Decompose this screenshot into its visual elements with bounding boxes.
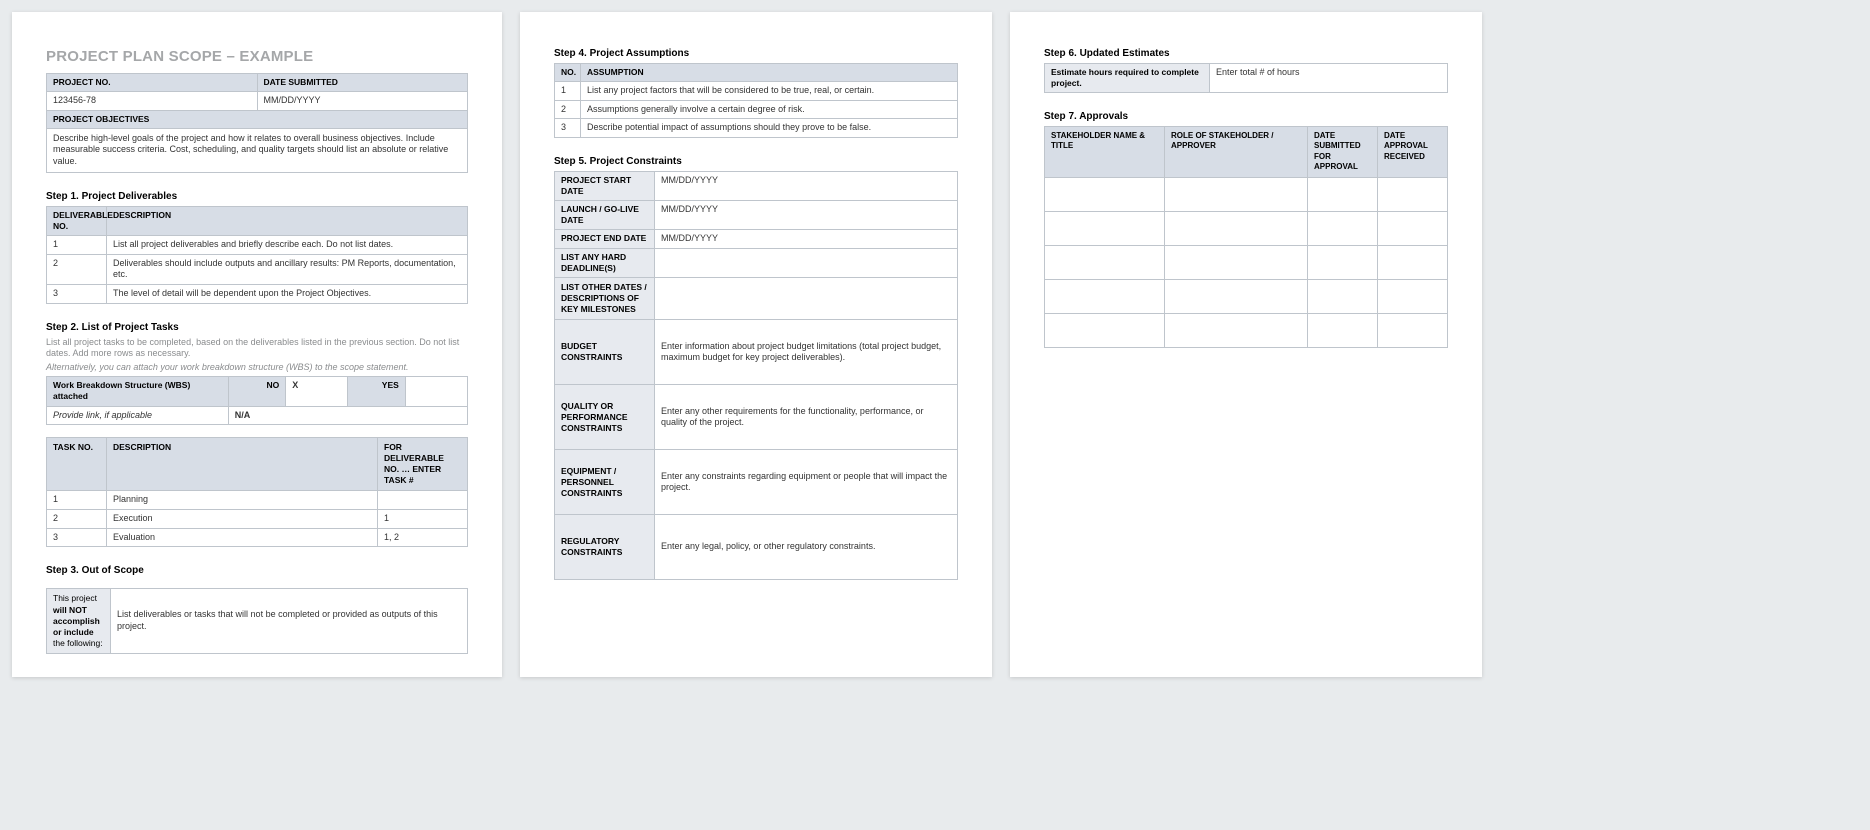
table-row: 1List any project factors that will be c… (555, 82, 958, 101)
document-title: PROJECT PLAN SCOPE – EXAMPLE (46, 48, 468, 65)
assumption-no-header: NO. (555, 64, 581, 82)
table-row (1045, 177, 1448, 211)
constraints-table: PROJECT START DATEMM/DD/YYYY LAUNCH / GO… (554, 171, 958, 580)
table-row: 3The level of detail will be dependent u… (47, 285, 468, 304)
document: PROJECT PLAN SCOPE – EXAMPLE PROJECT NO.… (12, 12, 1858, 677)
step4-heading: Step 4. Project Assumptions (554, 48, 958, 59)
wbs-table: Work Breakdown Structure (WBS) attached … (46, 376, 468, 425)
step1-heading: Step 1. Project Deliverables (46, 191, 468, 202)
project-no-value: 123456-78 (47, 92, 258, 111)
table-row: 2Execution1 (47, 510, 468, 529)
table-row (1045, 211, 1448, 245)
constraint-budget-value: Enter information about project budget l… (655, 320, 958, 385)
constraint-end-value: MM/DD/YYYY (655, 230, 958, 249)
step2-sub2: Alternatively, you can attach your work … (46, 362, 468, 373)
wbs-link-label: Provide link, if applicable (47, 406, 229, 425)
constraint-reg-value: Enter any legal, policy, or other regula… (655, 515, 958, 580)
out-of-scope-lead: This project will NOT accomplish or incl… (47, 589, 111, 653)
approvals-table: STAKEHOLDER NAME & TITLE ROLE OF STAKEHO… (1044, 126, 1448, 348)
constraint-start-value: MM/DD/YYYY (655, 172, 958, 201)
constraint-other-label: LIST OTHER DATES / DESCRIPTIONS OF KEY M… (555, 278, 655, 320)
table-row (1045, 245, 1448, 279)
step2-sub1: List all project tasks to be completed, … (46, 337, 468, 360)
estimate-value: Enter total # of hours (1210, 64, 1448, 93)
constraint-golive-value: MM/DD/YYYY (655, 201, 958, 230)
date-submitted-value: MM/DD/YYYY (257, 92, 468, 111)
constraint-budget-label: BUDGET CONSTRAINTS (555, 320, 655, 385)
tasks-table: TASK NO. DESCRIPTION FOR DELIVERABLE NO.… (46, 437, 468, 547)
constraint-golive-label: LAUNCH / GO-LIVE DATE (555, 201, 655, 230)
table-row (1045, 279, 1448, 313)
table-row: 3Describe potential impact of assumption… (555, 119, 958, 138)
date-submitted-label: DATE SUBMITTED (257, 74, 468, 92)
estimates-table: Estimate hours required to complete proj… (1044, 63, 1448, 93)
constraint-hard-label: LIST ANY HARD DEADLINE(S) (555, 248, 655, 277)
constraint-hard-value (655, 248, 958, 277)
table-row (1045, 313, 1448, 347)
approvals-col2: ROLE OF STAKEHOLDER / APPROVER (1165, 127, 1308, 178)
deliverable-desc-header: DESCRIPTION (107, 206, 468, 235)
wbs-link-value: N/A (228, 406, 467, 425)
wbs-attached-label: Work Breakdown Structure (WBS) attached (47, 377, 229, 406)
constraint-quality-label: QUALITY OR PERFORMANCE CONSTRAINTS (555, 385, 655, 450)
constraint-equip-value: Enter any constraints regarding equipmen… (655, 450, 958, 515)
constraint-reg-label: REGULATORY CONSTRAINTS (555, 515, 655, 580)
deliverables-table: DELIVERABLE NO. DESCRIPTION 1List all pr… (46, 206, 468, 304)
page-1: PROJECT PLAN SCOPE – EXAMPLE PROJECT NO.… (12, 12, 502, 677)
page-2: Step 4. Project Assumptions NO. ASSUMPTI… (520, 12, 992, 677)
task-no-header: TASK NO. (47, 438, 107, 491)
task-desc-header: DESCRIPTION (107, 438, 378, 491)
approvals-col1: STAKEHOLDER NAME & TITLE (1045, 127, 1165, 178)
table-row: 1Planning (47, 491, 468, 510)
wbs-no-label: NO (228, 377, 285, 406)
approvals-col4: DATE APPROVAL RECEIVED (1378, 127, 1448, 178)
out-of-scope-text: List deliverables or tasks that will not… (111, 589, 468, 653)
constraint-equip-label: EQUIPMENT / PERSONNEL CONSTRAINTS (555, 450, 655, 515)
task-for-header: FOR DELIVERABLE NO. … ENTER TASK # (378, 438, 468, 491)
page-3: Step 6. Updated Estimates Estimate hours… (1010, 12, 1482, 677)
objectives-text: Describe high-level goals of the project… (47, 128, 468, 172)
step5-heading: Step 5. Project Constraints (554, 156, 958, 167)
deliverable-no-header: DELIVERABLE NO. (47, 206, 107, 235)
step3-heading: Step 3. Out of Scope (46, 565, 468, 576)
approvals-col3: DATE SUBMITTED FOR APPROVAL (1308, 127, 1378, 178)
step7-heading: Step 7. Approvals (1044, 111, 1448, 122)
table-row: 2Assumptions generally involve a certain… (555, 100, 958, 119)
table-row: 1List all project deliverables and brief… (47, 235, 468, 254)
project-meta-table: PROJECT NO. DATE SUBMITTED 123456-78 MM/… (46, 73, 468, 173)
step2-heading: Step 2. List of Project Tasks (46, 322, 468, 333)
project-no-label: PROJECT NO. (47, 74, 258, 92)
estimate-label: Estimate hours required to complete proj… (1045, 64, 1210, 93)
step6-heading: Step 6. Updated Estimates (1044, 48, 1448, 59)
table-row: 2Deliverables should include outputs and… (47, 254, 468, 284)
out-of-scope-table: This project will NOT accomplish or incl… (46, 588, 468, 653)
objectives-label: PROJECT OBJECTIVES (47, 110, 468, 128)
wbs-no-value: X (286, 377, 348, 406)
table-row: 3Evaluation1, 2 (47, 528, 468, 547)
constraint-start-label: PROJECT START DATE (555, 172, 655, 201)
assumptions-table: NO. ASSUMPTION 1List any project factors… (554, 63, 958, 138)
constraint-quality-value: Enter any other requirements for the fun… (655, 385, 958, 450)
constraint-other-value (655, 278, 958, 320)
assumption-header: ASSUMPTION (581, 64, 958, 82)
constraint-end-label: PROJECT END DATE (555, 230, 655, 249)
wbs-yes-label: YES (348, 377, 405, 406)
wbs-yes-value (405, 377, 467, 406)
